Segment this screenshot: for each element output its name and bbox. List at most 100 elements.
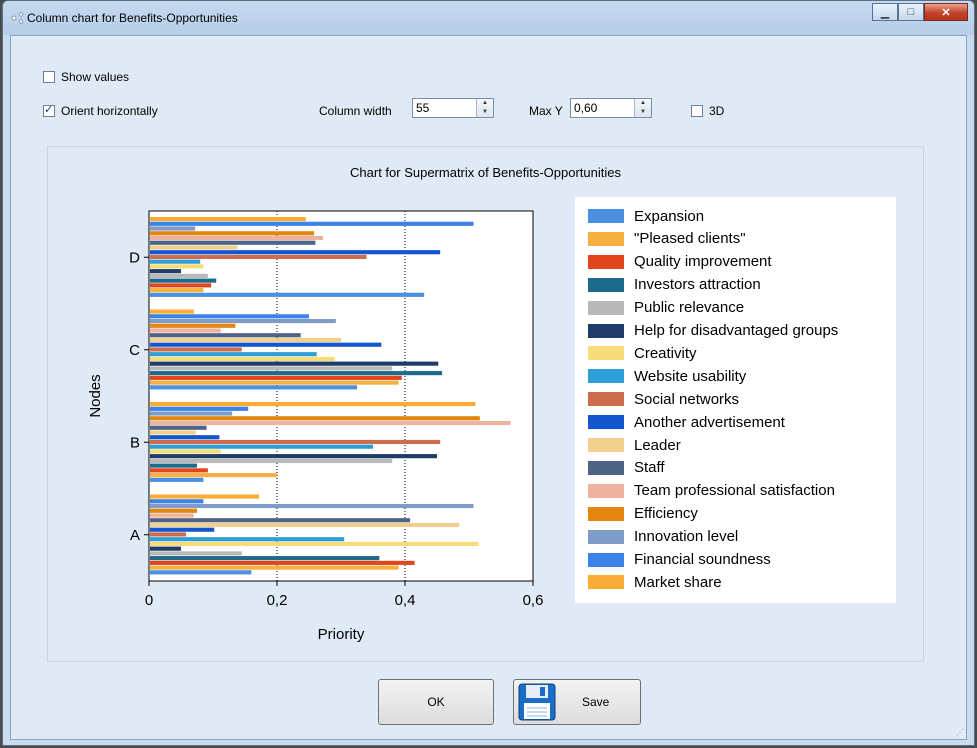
save-button[interactable]: Save	[513, 679, 641, 725]
legend-label: Expansion	[634, 207, 705, 225]
legend-label: Another advertisement	[634, 413, 785, 431]
spin-up-icon[interactable]: ▲	[635, 99, 651, 108]
legend-swatch	[588, 460, 624, 475]
bar	[150, 454, 437, 459]
bar	[150, 235, 324, 241]
y-axis-label: Nodes	[87, 374, 104, 417]
legend-label: Quality improvement	[634, 253, 772, 271]
bar	[150, 385, 357, 390]
bar	[150, 458, 393, 463]
legend-item: Another advertisement	[588, 411, 785, 433]
bar	[150, 532, 187, 537]
bar	[150, 449, 221, 454]
bar	[150, 361, 439, 366]
bar	[150, 231, 315, 236]
bar	[150, 250, 441, 255]
column-width-stepper[interactable]: ▲ ▼	[412, 98, 494, 118]
bar	[150, 546, 181, 551]
legend-item: Investors attraction	[588, 274, 761, 296]
title-bar[interactable]: Column chart for Benefits-Opportunities …	[3, 1, 974, 35]
bar	[150, 245, 238, 250]
legend-item: Help for disadvantaged groups	[588, 320, 838, 342]
legend-label: Efficiency	[634, 505, 698, 523]
bar	[150, 416, 480, 421]
close-icon: ✕	[941, 6, 951, 19]
bar	[150, 356, 335, 361]
legend-swatch	[588, 346, 624, 361]
bar	[150, 371, 443, 376]
legend-label: Financial soundness	[634, 551, 771, 568]
bar	[150, 556, 380, 561]
bar	[150, 444, 373, 449]
legend-swatch	[588, 552, 624, 567]
column-width-arrows[interactable]: ▲ ▼	[476, 99, 493, 117]
bar	[150, 226, 196, 231]
bar	[150, 269, 181, 274]
maximize-button[interactable]: □	[898, 3, 924, 21]
max-y-label: Max Y	[529, 104, 563, 118]
legend-item: Public relevance	[588, 297, 744, 319]
window-title: Column chart for Benefits-Opportunities	[27, 11, 238, 25]
bar	[150, 333, 301, 338]
max-y-arrows[interactable]: ▲ ▼	[634, 99, 651, 117]
bar	[150, 522, 460, 528]
legend-item: Leader	[588, 434, 681, 456]
bar	[150, 439, 441, 445]
ok-button-label: OK	[427, 695, 445, 709]
bar	[150, 477, 204, 482]
legend-swatch	[588, 575, 624, 590]
max-y-stepper[interactable]: ▲ ▼	[570, 98, 652, 118]
bar	[150, 435, 220, 440]
bar	[150, 328, 221, 333]
orient-horizontally-checkbox[interactable]: Orient horizontally	[43, 103, 158, 118]
bar	[150, 375, 402, 380]
legend-label: Creativity	[634, 344, 697, 362]
bar	[150, 352, 317, 357]
bar	[150, 342, 382, 347]
bar	[150, 473, 277, 478]
bar	[150, 494, 260, 499]
orient-horizontally-box[interactable]	[43, 103, 55, 117]
bar	[150, 430, 196, 435]
legend-swatch	[588, 438, 624, 452]
three-d-box[interactable]	[691, 105, 703, 117]
legend-item: Market share	[588, 571, 722, 593]
minimize-button[interactable]: ▁	[872, 3, 898, 21]
legend-swatch	[588, 483, 624, 498]
close-button[interactable]: ✕	[924, 3, 968, 21]
legend-label: Investors attraction	[634, 276, 761, 294]
show-values-box[interactable]	[43, 71, 55, 83]
bar	[150, 570, 252, 575]
bar	[150, 318, 336, 324]
window-buttons: ▁ □ ✕	[872, 3, 968, 23]
max-y-input[interactable]	[571, 99, 637, 117]
legend-item: Quality improvement	[588, 251, 772, 273]
bar	[150, 221, 474, 226]
column-width-input[interactable]	[413, 99, 479, 117]
legend-swatch	[588, 506, 624, 521]
spin-down-icon[interactable]: ▼	[477, 108, 493, 117]
bar	[150, 463, 197, 468]
floppy-disk-icon	[518, 683, 556, 721]
show-values-checkbox[interactable]: Show values	[43, 70, 129, 84]
x-tick-label: 0,6	[523, 592, 544, 609]
legend-swatch	[588, 277, 624, 292]
bar	[150, 288, 204, 293]
spin-up-icon[interactable]: ▲	[477, 99, 493, 108]
bar	[150, 411, 233, 416]
legend-item: Creativity	[588, 342, 697, 364]
legend-label: Staff	[634, 459, 665, 477]
dialog-client-area: Show values Orient horizontally Column w…	[10, 35, 967, 740]
legend-item: Website usability	[588, 365, 746, 387]
spin-down-icon[interactable]: ▼	[635, 108, 651, 117]
legend-item: Financial soundness	[588, 549, 771, 571]
bar	[150, 499, 204, 504]
x-axis-label: Priority	[318, 626, 365, 643]
legend-swatch	[588, 300, 624, 315]
ok-button[interactable]: OK	[378, 679, 494, 725]
bar	[150, 309, 194, 314]
three-d-checkbox[interactable]: 3D	[691, 104, 724, 118]
bar	[150, 425, 207, 430]
bar	[150, 402, 476, 407]
resize-grip-icon[interactable]: ⋰	[956, 728, 964, 737]
